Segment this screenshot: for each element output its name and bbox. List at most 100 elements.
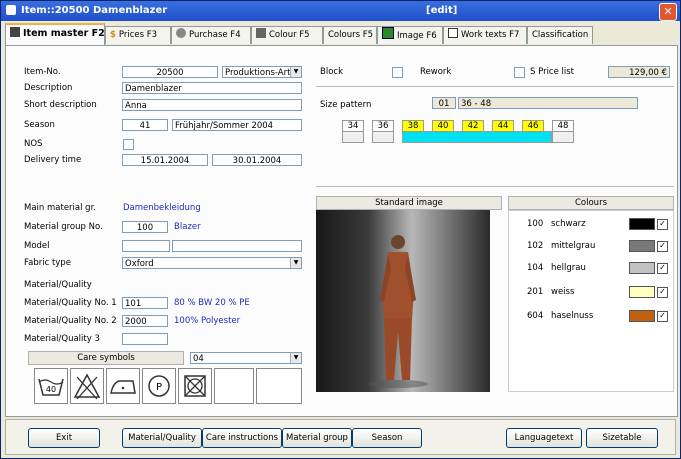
- model-name-field: [172, 240, 302, 252]
- colour-name: mittelgrau: [551, 241, 596, 251]
- fabric-type-label: Fabric type: [24, 258, 71, 268]
- no-bleach-icon: [70, 368, 104, 404]
- short-description-field[interactable]: Anna: [122, 99, 302, 111]
- material-group-button[interactable]: Material group: [282, 428, 352, 448]
- colour-name: hellgrau: [551, 263, 586, 273]
- care-symbols-header: Care symbols: [28, 351, 184, 365]
- tab-purchase[interactable]: Purchase F4: [171, 26, 251, 44]
- care-symbols-value: 04: [193, 354, 204, 364]
- svg-text:P: P: [156, 382, 162, 393]
- colour-code: 201: [527, 287, 544, 297]
- check-icon[interactable]: ✓: [657, 241, 668, 252]
- colour-row[interactable]: 604 haselnuss ✓: [509, 309, 673, 323]
- item-master-panel: Item-No. 20500 Produktions-Artil ▼ Descri…: [5, 45, 678, 417]
- season-code-field[interactable]: 41: [122, 119, 168, 131]
- size-pattern-range: 36 - 48: [458, 97, 638, 109]
- chevron-down-icon: ▼: [290, 258, 301, 268]
- colours-list: 100 schwarz ✓ 102 mittelgrau ✓ 104 hellg…: [508, 210, 674, 392]
- colour-swatch: [629, 286, 655, 298]
- divider: [316, 186, 674, 187]
- exit-button[interactable]: Exit: [28, 428, 100, 448]
- standard-image[interactable]: [316, 210, 490, 392]
- edit-mode-label: [edit]: [426, 5, 458, 16]
- colours-header: Colours: [508, 196, 674, 210]
- colour-name: weiss: [551, 287, 575, 297]
- mq3-label: Material/Quality 3: [24, 334, 100, 344]
- colour-row[interactable]: 102 mittelgrau ✓: [509, 239, 673, 253]
- sizetable-button[interactable]: Sizetable: [586, 428, 658, 448]
- mq2-field[interactable]: 2000: [122, 315, 168, 327]
- nos-checkbox[interactable]: [123, 139, 134, 150]
- size-grid: 34 36 38 40 42 44 46 48: [342, 120, 582, 144]
- colour-name: haselnuss: [551, 311, 594, 321]
- tab-classification[interactable]: Classification: [527, 26, 593, 44]
- item-window: Item::20500 Damenblazer [edit] ✕ Item ma…: [0, 0, 681, 459]
- tab-label: Colours F5: [328, 30, 374, 40]
- tab-work-texts[interactable]: Work texts F7: [443, 26, 527, 44]
- fabric-type-select[interactable]: Oxford ▼: [122, 257, 302, 269]
- purchase-icon: [176, 28, 186, 38]
- material-group-name: Blazer: [174, 222, 201, 232]
- close-icon[interactable]: ✕: [659, 3, 677, 21]
- tab-label: Classification: [532, 30, 589, 40]
- wash-symbol-icon: 40: [34, 368, 68, 404]
- colour-row[interactable]: 201 weiss ✓: [509, 285, 673, 299]
- mq2-description: 100% Polyester: [174, 316, 241, 326]
- colour-code: 604: [527, 311, 544, 321]
- tab-prices[interactable]: $ Prices F3: [105, 26, 171, 44]
- tab-label: Prices F3: [118, 30, 158, 40]
- delivery-to-field[interactable]: 30.01.2004: [212, 154, 302, 166]
- tab-item-master[interactable]: Item master F2: [5, 23, 105, 45]
- languagetext-button[interactable]: Languagetext: [506, 428, 582, 448]
- divider: [316, 86, 674, 87]
- item-no-label: Item-No.: [24, 67, 61, 77]
- mq1-field[interactable]: 101: [122, 297, 168, 309]
- material-group-label: Material group No.: [24, 222, 103, 232]
- size-pattern-label: Size pattern: [320, 100, 372, 110]
- check-icon[interactable]: ✓: [657, 219, 668, 230]
- mq3-field[interactable]: [122, 333, 168, 345]
- colour-row[interactable]: 104 hellgrau ✓: [509, 261, 673, 275]
- mq1-label: Material/Quality No. 1: [24, 298, 117, 308]
- delivery-from-field[interactable]: 15.01.2004: [122, 154, 208, 166]
- check-icon[interactable]: ✓: [657, 311, 668, 322]
- care-instructions-button[interactable]: Care instructions: [202, 428, 282, 448]
- svg-text:40: 40: [46, 385, 56, 394]
- button-bar: Exit Material/Quality Care instructions …: [5, 419, 676, 455]
- description-field[interactable]: Damenblazer: [122, 82, 302, 94]
- colour-swatch: [629, 310, 655, 322]
- size-sub-cell-active: [402, 131, 552, 143]
- block-checkbox[interactable]: [392, 67, 403, 78]
- app-icon: [6, 5, 16, 15]
- colour-swatch: [629, 240, 655, 252]
- fabric-type-value: Oxford: [125, 259, 154, 269]
- model-photo: [368, 235, 428, 388]
- colour-swatch: [629, 262, 655, 274]
- tab-colour[interactable]: Colour F5: [251, 26, 323, 44]
- check-icon[interactable]: ✓: [657, 263, 668, 274]
- item-type-select[interactable]: Produktions-Artil ▼: [222, 66, 302, 78]
- care-symbol-slot: [214, 368, 254, 404]
- sprice-label: S Price list: [530, 67, 575, 77]
- tab-label: Work texts F7: [461, 30, 520, 40]
- title-bar: Item::20500 Damenblazer [edit] ✕: [1, 1, 680, 21]
- size-sub-cell: [372, 131, 394, 143]
- model-code-field[interactable]: [122, 240, 170, 252]
- sprice-checkbox[interactable]: [514, 67, 525, 78]
- size-sub-cell: [552, 131, 574, 143]
- description-label: Description: [24, 83, 73, 93]
- item-no-field[interactable]: 20500: [122, 66, 218, 78]
- tab-label: Purchase F4: [189, 30, 241, 40]
- mq1-description: 80 % BW 20 % PE: [174, 298, 250, 308]
- care-symbols-select[interactable]: 04 ▼: [190, 352, 302, 364]
- material-quality-button[interactable]: Material/Quality: [122, 428, 202, 448]
- block-label: Block: [320, 67, 343, 77]
- check-icon[interactable]: ✓: [657, 287, 668, 298]
- tab-colours[interactable]: Colours F5: [323, 26, 377, 44]
- colour-code: 104: [527, 263, 544, 273]
- season-button[interactable]: Season: [352, 428, 422, 448]
- tab-image[interactable]: Image F6: [377, 26, 443, 44]
- main-material-value: Damenbekleidung: [123, 203, 201, 213]
- colour-row[interactable]: 100 schwarz ✓: [509, 217, 673, 231]
- material-group-field[interactable]: 100: [122, 221, 168, 233]
